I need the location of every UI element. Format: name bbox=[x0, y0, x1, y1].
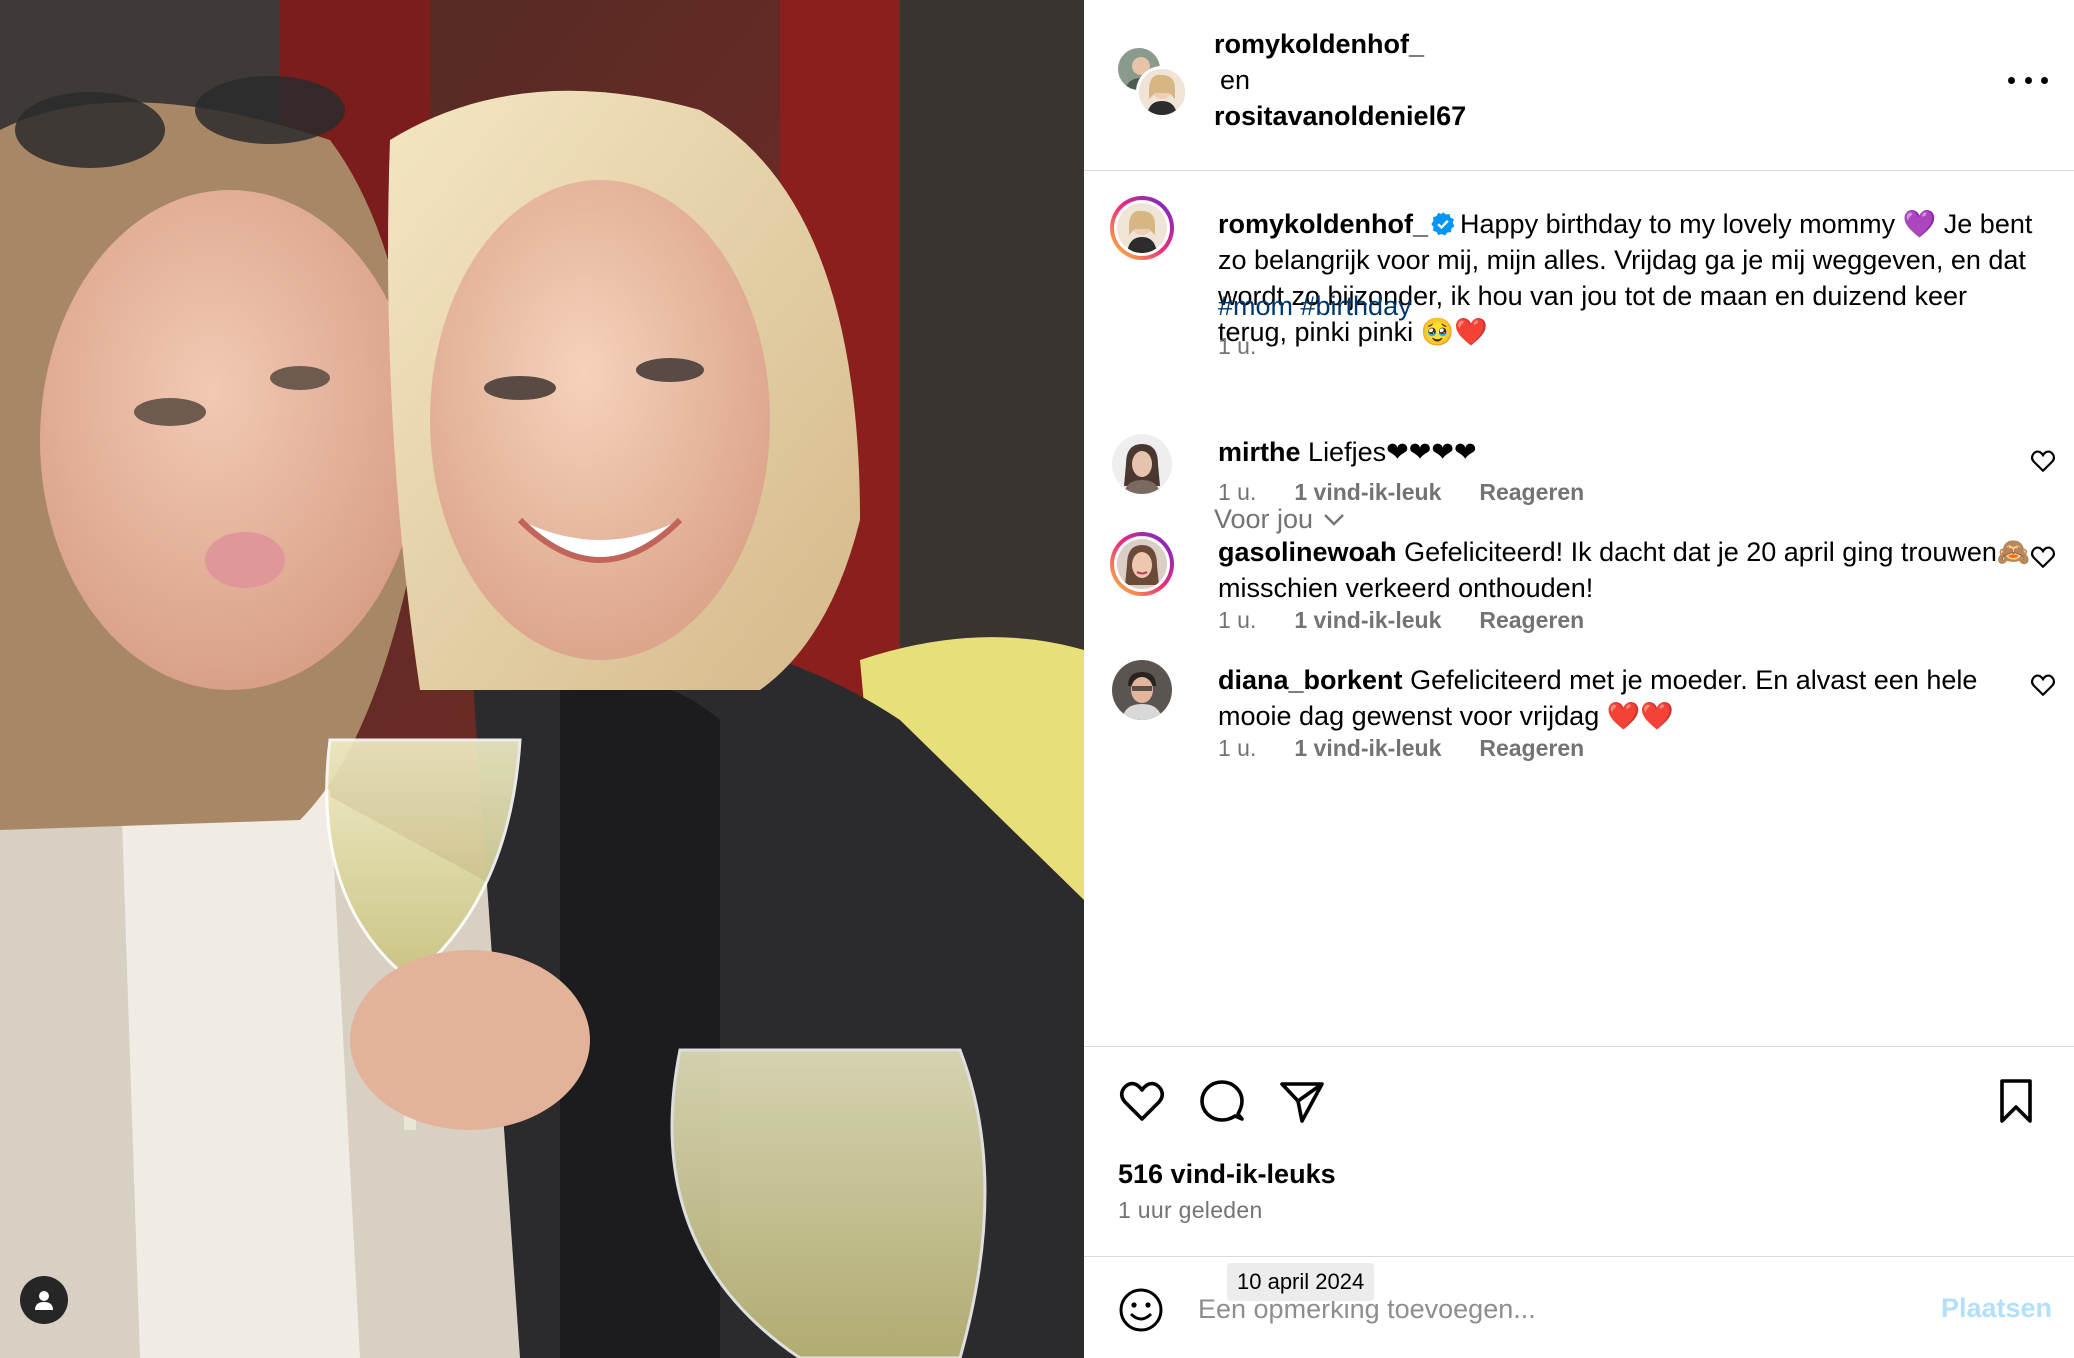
heart-icon[interactable] bbox=[2030, 544, 2056, 570]
comment-username[interactable]: mirthe bbox=[1218, 437, 1301, 467]
post-owners: romykoldenhof_ en rositavanoldeniel67 bbox=[1214, 26, 1466, 134]
comment-bubble-icon[interactable] bbox=[1198, 1077, 1246, 1125]
user-tag-icon bbox=[35, 1291, 53, 1310]
more-horizontal-icon bbox=[2008, 76, 2015, 84]
comment-meta: 1 u. 1 vind-ik-leuk Reageren bbox=[1218, 602, 2038, 638]
comment-meta: 1 u. 1 vind-ik-leuk Reageren bbox=[1218, 474, 2038, 510]
caption-username[interactable]: romykoldenhof_ bbox=[1218, 209, 1428, 239]
selfie-image bbox=[0, 0, 1084, 1358]
verified-badge-icon bbox=[1431, 212, 1455, 236]
owner-username[interactable]: romykoldenhof_ bbox=[1214, 26, 1466, 62]
post-comment-button[interactable]: Plaatsen bbox=[1941, 1293, 2052, 1324]
comment-like-count[interactable]: 1 vind-ik-leuk bbox=[1294, 479, 1441, 505]
comment-username[interactable]: diana_borkent bbox=[1218, 665, 1403, 695]
comment-time[interactable]: 1 u. bbox=[1218, 607, 1256, 633]
caption-avatar[interactable] bbox=[1110, 196, 1174, 260]
comment-1: mirthe Liefjes❤❤❤❤ bbox=[1218, 434, 2038, 470]
reply-button[interactable]: Reageren bbox=[1479, 735, 1584, 761]
heart-icon[interactable] bbox=[2030, 672, 2056, 698]
more-options-button[interactable] bbox=[2008, 66, 2048, 94]
like-heart-icon[interactable] bbox=[1118, 1077, 1166, 1125]
hashtag-line[interactable]: #mom #birthday bbox=[1218, 288, 2038, 324]
comment-avatar[interactable] bbox=[1112, 434, 1172, 494]
comment-2: gasolinewoah Gefeliciteerd! Ik dacht dat… bbox=[1218, 534, 2038, 606]
post-actions: 516 vind-ik-leuks 1 uur geleden bbox=[1084, 1046, 2074, 1256]
chevron-down-icon bbox=[1324, 513, 1344, 526]
comment-time[interactable]: 1 u. bbox=[1218, 479, 1256, 505]
date-tooltip: 10 april 2024 bbox=[1227, 1263, 1375, 1301]
comment-text: Liefjes❤❤❤❤ bbox=[1308, 437, 1477, 467]
reply-button[interactable]: Reageren bbox=[1479, 607, 1584, 633]
comment-meta: 1 u. 1 vind-ik-leuk Reageren bbox=[1218, 730, 2038, 766]
send-plane-icon[interactable] bbox=[1278, 1077, 1326, 1125]
collaborator-username[interactable]: rositavanoldeniel67 bbox=[1214, 98, 1466, 134]
avatar bbox=[1136, 66, 1188, 118]
comment-avatar[interactable] bbox=[1110, 532, 1174, 596]
bookmark-icon[interactable] bbox=[1992, 1077, 2040, 1125]
comment-username[interactable]: gasolinewoah bbox=[1218, 537, 1397, 567]
comment-like-count[interactable]: 1 vind-ik-leuk bbox=[1294, 607, 1441, 633]
smiley-icon[interactable] bbox=[1118, 1287, 1164, 1333]
comment-time[interactable]: 1 u. bbox=[1218, 735, 1256, 761]
owners-joiner: en bbox=[1220, 65, 1251, 95]
post-detail-panel: romykoldenhof_ en rositavanoldeniel67 ro… bbox=[1084, 0, 2074, 1358]
comment-3: diana_borkent Gefeliciteerd met je moede… bbox=[1218, 662, 2038, 734]
post-time-ago[interactable]: 1 uur geleden bbox=[1118, 1197, 1263, 1224]
comment-like-count[interactable]: 1 vind-ik-leuk bbox=[1294, 735, 1441, 761]
caption-timestamp[interactable]: 1 u. bbox=[1218, 328, 2038, 364]
post-photo[interactable] bbox=[0, 0, 1084, 1358]
like-count[interactable]: 516 vind-ik-leuks bbox=[1118, 1159, 1336, 1190]
reply-button[interactable]: Reageren bbox=[1479, 479, 1584, 505]
comments-scroll-area[interactable]: romykoldenhof_ Happy birthday to my lovel… bbox=[1084, 172, 2074, 1046]
comment-avatar[interactable] bbox=[1112, 660, 1172, 720]
collab-avatars[interactable] bbox=[1116, 46, 1188, 118]
heart-icon[interactable] bbox=[2030, 448, 2056, 474]
post-header: romykoldenhof_ en rositavanoldeniel67 bbox=[1084, 0, 2074, 171]
user-tag-button[interactable] bbox=[20, 1276, 68, 1324]
